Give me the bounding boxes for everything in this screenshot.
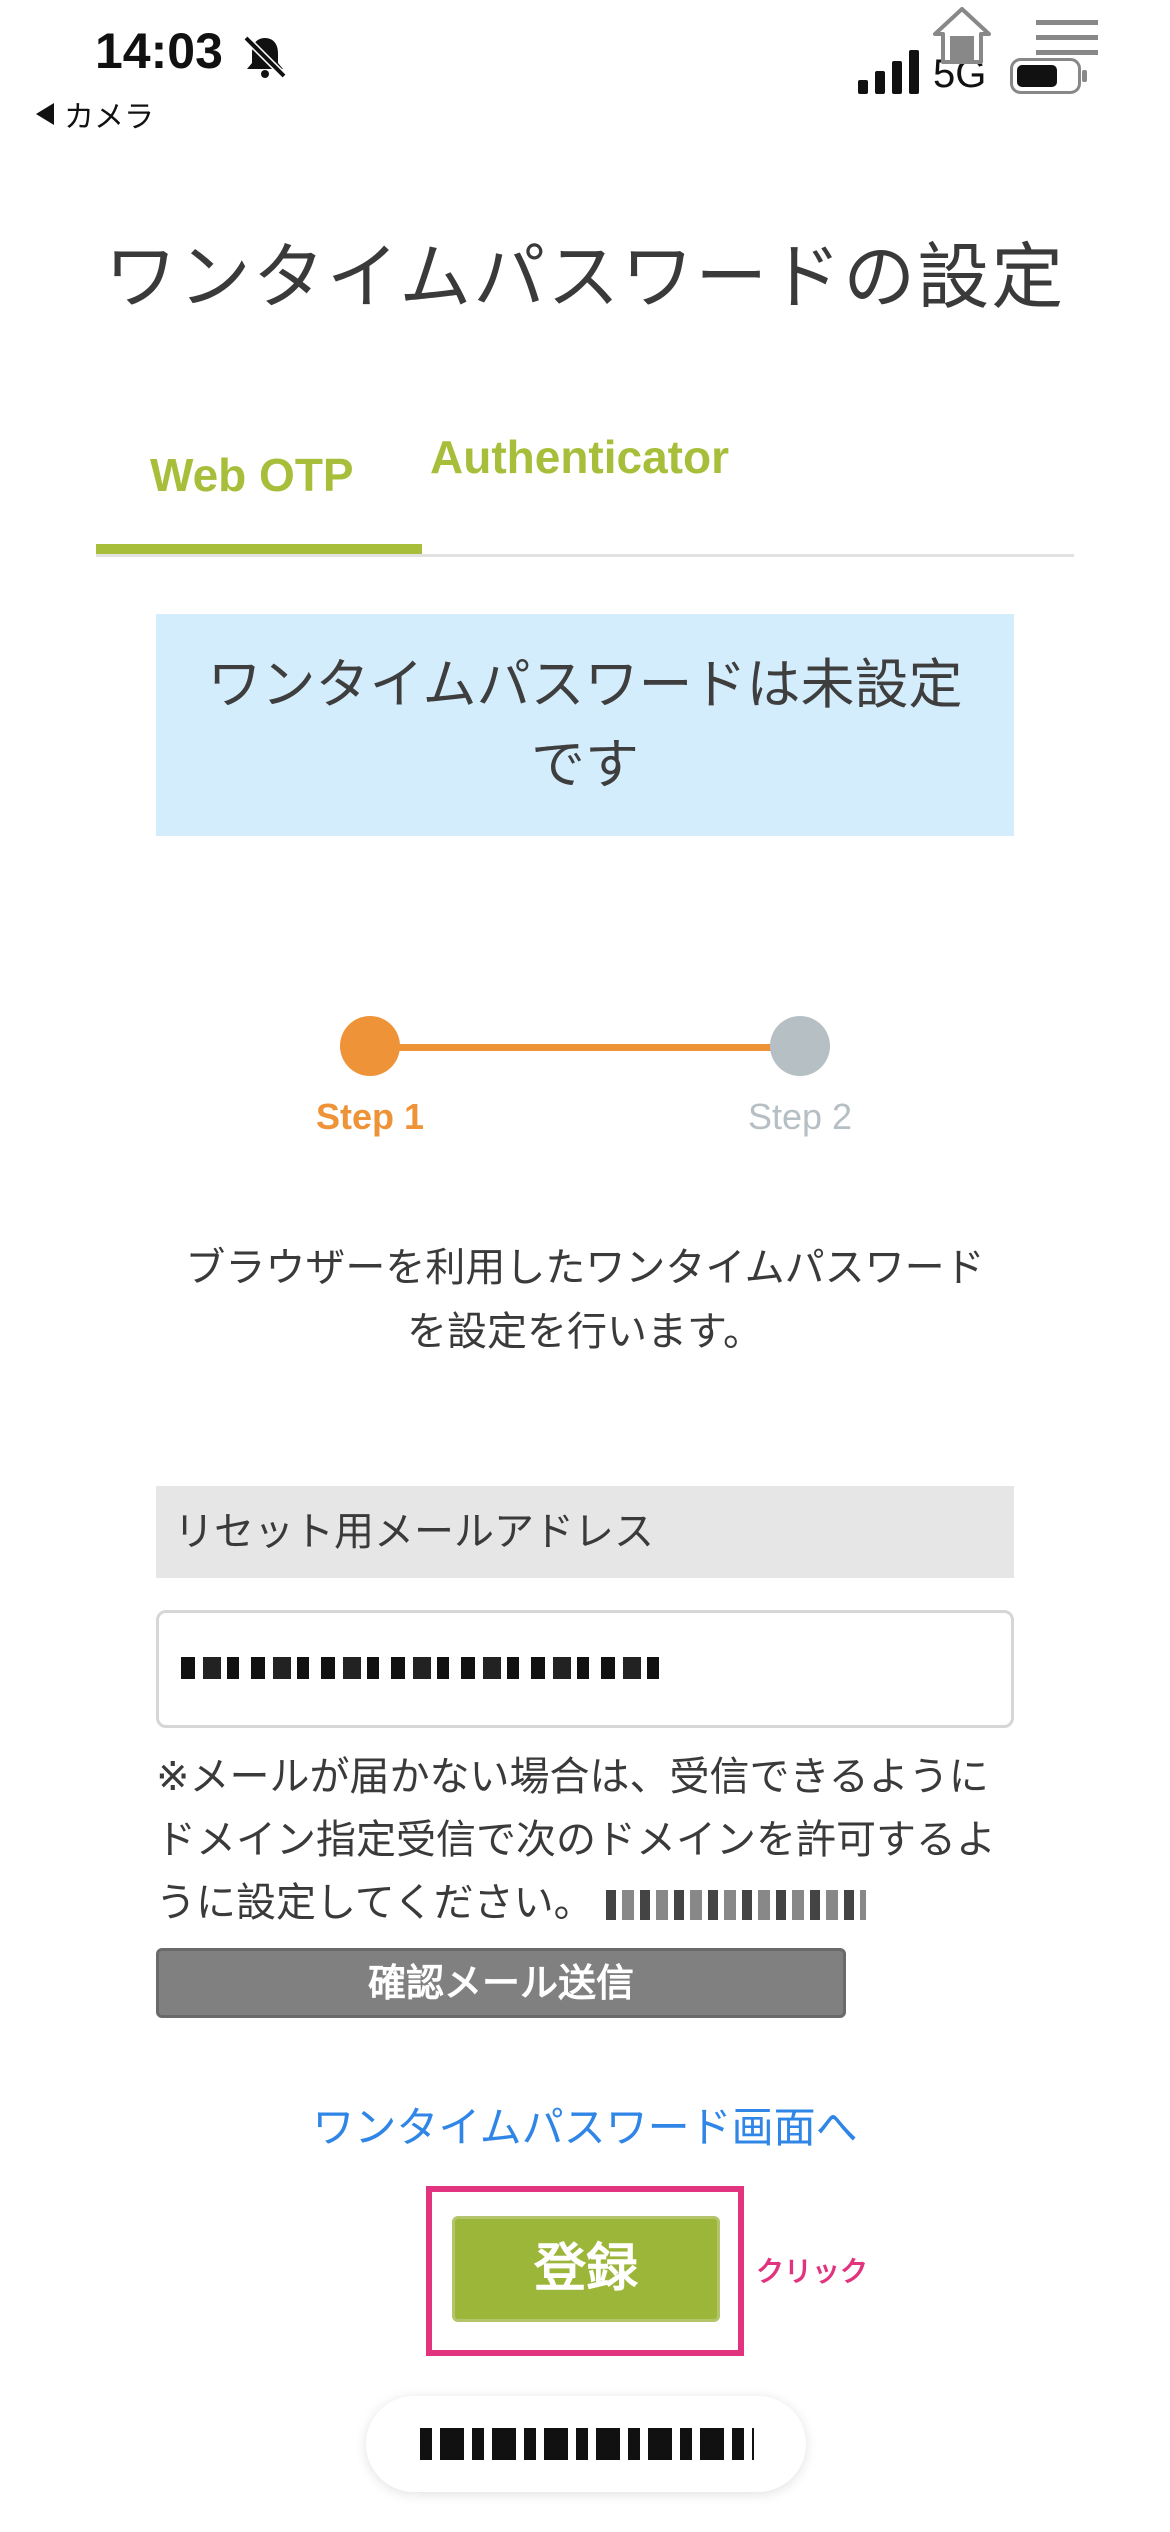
step-1-dot [340, 1016, 400, 1076]
battery-icon [1010, 58, 1087, 94]
step-2-label: Step 2 [747, 1096, 853, 1137]
click-annotation: クリック [756, 2255, 869, 2288]
email-field-label: リセット用メールアドレス [156, 1486, 1014, 1578]
register-button[interactable]: 登録 [452, 2216, 720, 2322]
back-arrow-icon [36, 103, 54, 125]
domain-note-text: ※メールが届かない場合は、受信できるようにドメイン指定受信で次のドメインを許可す… [156, 1754, 996, 1926]
page-title: ワンタイムパスワードの設定 [104, 235, 1066, 319]
url-pill[interactable] [366, 2396, 806, 2492]
back-label: カメラ [64, 100, 154, 135]
notice-line-2: です [531, 733, 639, 796]
step-2-dot [770, 1016, 830, 1076]
tab-web-otp-label[interactable]: Web OTP [150, 448, 354, 502]
cellular-signal-icon [858, 50, 919, 94]
notice-line-1: ワンタイムパスワードは未設定 [207, 653, 963, 716]
masked-email-value [181, 1657, 661, 1679]
masked-domain [606, 1890, 867, 1920]
description-line-1: ブラウザーを利用したワンタイムパスワード [185, 1245, 985, 1291]
home-icon[interactable] [932, 6, 992, 64]
status-time: 14:03 [95, 23, 223, 79]
hamburger-menu-icon[interactable] [1036, 18, 1098, 58]
email-field[interactable] [156, 1610, 1014, 1728]
back-to-camera[interactable]: カメラ [36, 92, 154, 136]
otp-screen-link[interactable]: ワンタイムパスワード画面へ [0, 2094, 1170, 2155]
otp-status-notice: ワンタイムパスワードは未設定 です [156, 614, 1014, 836]
send-confirmation-email-button[interactable]: 確認メール送信 [156, 1948, 846, 2018]
bell-muted-icon [243, 35, 287, 79]
description-line-2: を設定を行います。 [407, 1309, 763, 1355]
step-1-label: Step 1 [315, 1096, 425, 1137]
description: ブラウザーを利用したワンタイムパスワード を設定を行います。 [150, 1236, 1020, 1364]
domain-note: ※メールが届かない場合は、受信できるようにドメイン指定受信で次のドメインを許可す… [156, 1746, 1016, 1935]
tab-authenticator[interactable]: Authenticator [430, 424, 760, 490]
stepper-line [370, 1044, 800, 1051]
masked-url [420, 2428, 754, 2460]
